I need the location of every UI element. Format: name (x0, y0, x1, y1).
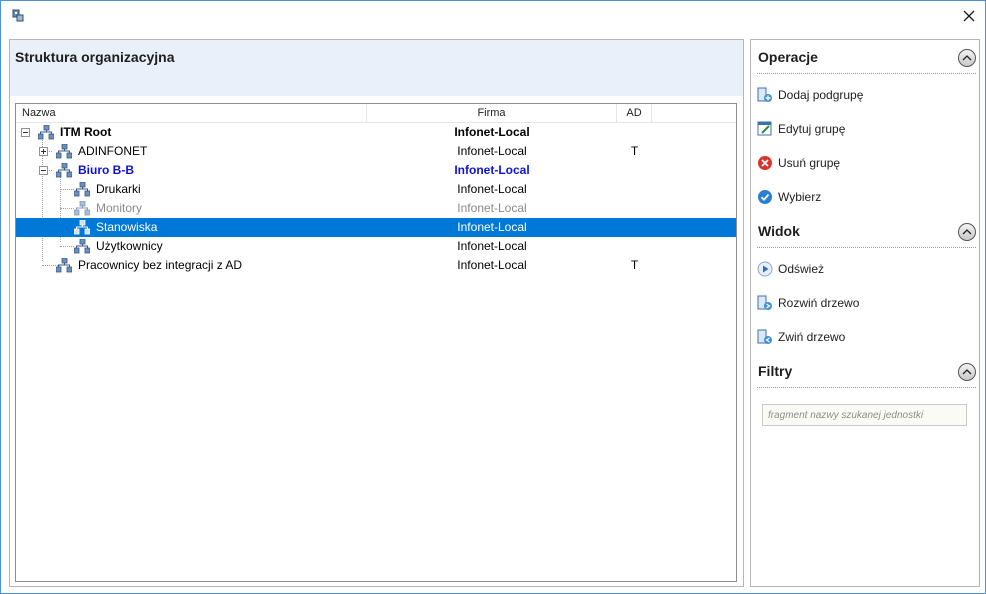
tree-column-headers: Nazwa Firma AD (16, 104, 736, 123)
tree-row-itm-root[interactable]: ITM Root Infonet-Local (16, 123, 736, 142)
collapse-toggle[interactable] (21, 128, 30, 137)
actions-panel: Operacje Dodaj podgrupę Edytuj grupę Usu… (750, 39, 980, 587)
collapse-tree-icon (757, 329, 772, 344)
org-structure-panel: Struktura organizacyjna Nazwa Firma AD I… (9, 39, 744, 587)
section-filtry-header: Filtry (751, 354, 979, 388)
title-bar (1, 1, 985, 31)
section-title: Operacje (758, 49, 818, 65)
panel-header: Struktura organizacyjna (10, 40, 743, 96)
expand-toggle[interactable] (39, 147, 48, 156)
action-label: Rozwiń drzewo (778, 296, 860, 310)
collapse-toggle[interactable] (39, 166, 48, 175)
tree-node-label: Monitory (96, 201, 143, 215)
edit-group-icon (757, 121, 772, 136)
section-widok-header: Widok (751, 214, 979, 248)
tree-row-uzytkownicy[interactable]: Użytkownicy Infonet-Local (16, 237, 736, 256)
tree-row-stanowiska[interactable]: Stanowiska Infonet-Local (16, 218, 736, 237)
group-icon (56, 258, 72, 273)
add-subgroup-button[interactable]: Dodaj podgrupę (757, 85, 967, 105)
cell-firma: Infonet-Local (457, 258, 527, 272)
action-label: Odśwież (778, 262, 825, 276)
cell-firma: Infonet-Local (457, 220, 527, 234)
action-label: Usuń grupę (778, 156, 841, 170)
app-icon (12, 9, 24, 22)
expand-tree-button[interactable]: Rozwiń drzewo (757, 293, 967, 313)
tree-node-label: ADINFONET (78, 144, 148, 158)
tree-row-monitory[interactable]: Monitory Infonet-Local (16, 199, 736, 218)
cell-firma: Infonet-Local (454, 163, 530, 177)
section-divider (757, 387, 976, 388)
cell-ad: T (630, 258, 639, 272)
section-divider (757, 73, 976, 74)
panel-title: Struktura organizacyjna (15, 49, 175, 65)
column-header-firma[interactable]: Firma (367, 104, 617, 123)
edit-group-button[interactable]: Edytuj grupę (757, 119, 967, 139)
expand-tree-icon (757, 295, 772, 310)
cell-ad: T (630, 144, 639, 158)
check-icon (758, 190, 772, 204)
add-subgroup-icon (757, 87, 772, 102)
tree-node-label: Pracownicy bez integracji z AD (78, 258, 243, 272)
cell-firma: Infonet-Local (457, 144, 527, 158)
chevron-up-icon (962, 55, 972, 61)
collapse-tree-button[interactable]: Zwiń drzewo (757, 327, 967, 347)
cell-firma: Infonet-Local (454, 125, 530, 139)
collapse-section-button[interactable] (958, 363, 976, 381)
group-icon (74, 239, 90, 254)
section-title: Widok (758, 223, 800, 239)
section-title: Filtry (758, 363, 793, 379)
tree-node-label: Stanowiska (96, 220, 158, 234)
filter-search-input[interactable] (762, 404, 967, 426)
group-icon (56, 144, 72, 159)
tree-node-label: ITM Root (60, 125, 112, 139)
section-operacje-header: Operacje (751, 40, 979, 74)
chevron-up-icon (962, 229, 972, 235)
delete-group-button[interactable]: Usuń grupę (757, 153, 967, 173)
collapse-section-button[interactable] (958, 223, 976, 241)
group-icon (74, 201, 90, 216)
column-header-ad[interactable]: AD (617, 104, 652, 123)
tree-row-biuro-bb[interactable]: Biuro B-B Infonet-Local (16, 161, 736, 180)
chevron-up-icon (962, 369, 972, 375)
refresh-icon (757, 261, 773, 277)
tree-node-label: Użytkownicy (96, 239, 163, 253)
group-icon (56, 163, 72, 178)
cell-firma: Infonet-Local (457, 239, 527, 253)
tree-row-drukarki[interactable]: Drukarki Infonet-Local (16, 180, 736, 199)
select-button[interactable]: Wybierz (757, 187, 967, 207)
action-label: Dodaj podgrupę (778, 88, 864, 102)
close-icon (963, 10, 975, 22)
action-label: Zwiń drzewo (778, 330, 846, 344)
dialog-window: Struktura organizacyjna Nazwa Firma AD I… (0, 0, 986, 594)
delete-icon (758, 156, 772, 170)
close-button[interactable] (953, 1, 985, 31)
org-tree[interactable]: Nazwa Firma AD ITM Root Infonet-Local AD… (15, 103, 737, 582)
tree-node-label: Biuro B-B (78, 163, 134, 177)
section-divider (757, 247, 976, 248)
tree-row-pracownicy-bez-ad[interactable]: Pracownicy bez integracji z AD Infonet-L… (16, 256, 736, 275)
collapse-section-button[interactable] (958, 49, 976, 67)
group-icon (38, 125, 54, 140)
cell-firma: Infonet-Local (457, 182, 527, 196)
column-header-name[interactable]: Nazwa (16, 104, 367, 123)
action-label: Wybierz (778, 190, 822, 204)
tree-row-adinfonet[interactable]: ADINFONET Infonet-Local T (16, 142, 736, 161)
refresh-button[interactable]: Odśwież (757, 259, 967, 279)
cell-firma: Infonet-Local (457, 201, 527, 215)
action-label: Edytuj grupę (778, 122, 846, 136)
tree-node-label: Drukarki (96, 182, 141, 196)
group-icon (74, 220, 90, 235)
group-icon (74, 182, 90, 197)
